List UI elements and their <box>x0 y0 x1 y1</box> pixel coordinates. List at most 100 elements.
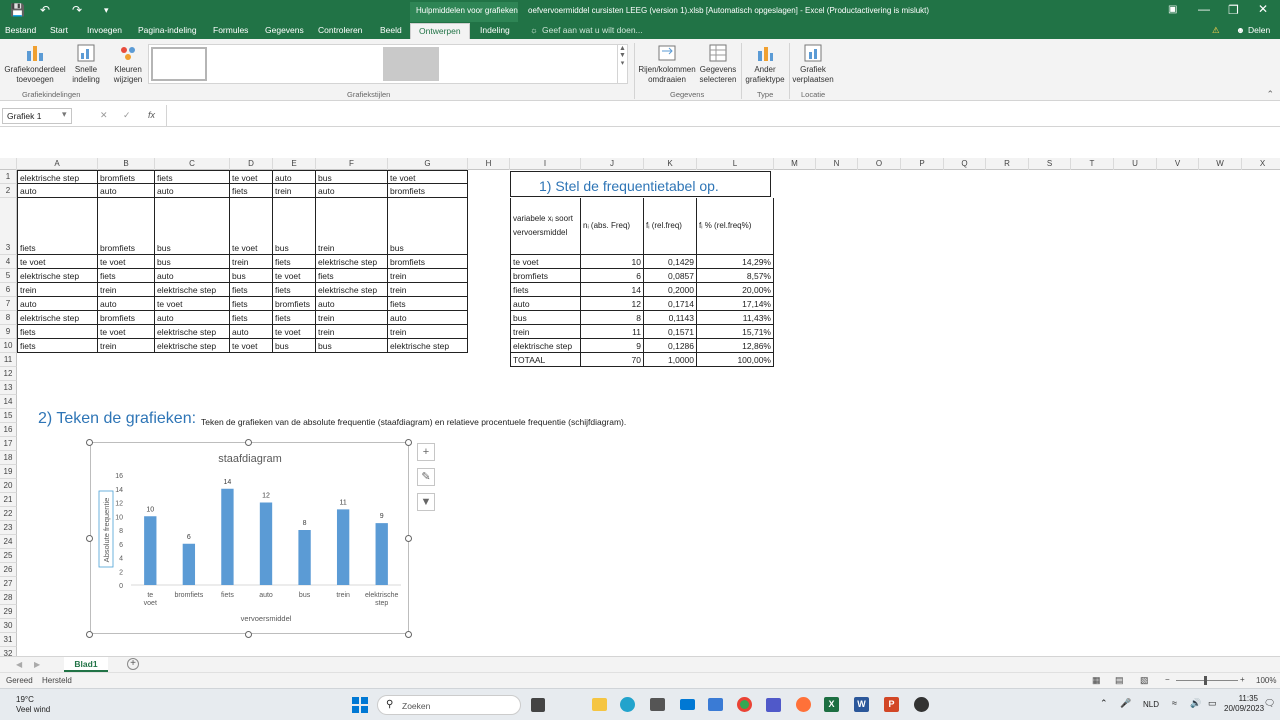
column-header-I[interactable]: I <box>510 158 581 170</box>
ribbon-display-icon[interactable]: ▣ <box>1168 4 1177 15</box>
formula-input[interactable] <box>168 107 1268 125</box>
row-header-11[interactable]: 11 <box>0 353 17 367</box>
restore-icon[interactable]: ❐ <box>1228 3 1239 17</box>
chart-styles-brush-icon[interactable]: ✎ <box>417 468 435 486</box>
row-header-5[interactable]: 5 <box>0 269 17 283</box>
data-cell[interactable]: bromfiets <box>388 255 468 269</box>
chart-style-3[interactable] <box>267 47 323 81</box>
row-header-9[interactable]: 9 <box>0 325 17 339</box>
freq-cell[interactable]: 0,1143 <box>644 311 697 325</box>
data-cell[interactable]: fiets <box>230 184 273 198</box>
add-chart-element-button[interactable]: Grafiekonderdeel toevoegen <box>3 43 67 85</box>
bar-chart[interactable]: staafdiagram 0 2 4 6 8 10 12 14 16 10 te voet 6 bromfi… <box>90 442 409 634</box>
data-cell[interactable]: fiets <box>388 297 468 311</box>
freq-cell[interactable]: bromfiets <box>510 269 581 283</box>
cancel-icon[interactable]: ✕ <box>100 110 108 121</box>
data-cell[interactable]: elektrische step <box>17 311 98 325</box>
freq-cell[interactable]: 8,57% <box>697 269 774 283</box>
chart-style-6[interactable] <box>441 47 497 81</box>
column-header-F[interactable]: F <box>316 158 388 170</box>
row-header-17[interactable]: 17 <box>0 437 17 451</box>
freq-cell[interactable]: 8 <box>581 311 644 325</box>
freq-cell[interactable]: 14 <box>581 283 644 297</box>
minimize-icon[interactable]: — <box>1198 2 1210 16</box>
zoom-in-icon[interactable]: + <box>1240 675 1245 684</box>
mail-icon[interactable] <box>680 699 695 710</box>
data-cell[interactable]: bus <box>316 339 388 353</box>
freq-cell[interactable]: auto <box>510 297 581 311</box>
tab-formules[interactable]: Formules <box>213 25 248 35</box>
column-header-M[interactable]: M <box>774 158 816 170</box>
column-header-P[interactable]: P <box>901 158 944 170</box>
data-cell[interactable]: auto <box>155 311 230 325</box>
row-header-6[interactable]: 6 <box>0 283 17 297</box>
column-header-J[interactable]: J <box>581 158 644 170</box>
data-cell[interactable]: te voet <box>273 325 316 339</box>
freq-cell[interactable]: bus <box>510 311 581 325</box>
chart-style-4[interactable] <box>325 47 381 81</box>
enter-icon[interactable]: ✓ <box>123 110 131 121</box>
data-cell[interactable]: fiets <box>273 255 316 269</box>
data-cell[interactable]: elektrische step <box>316 255 388 269</box>
sheet-tab-blad1[interactable]: Blad1 <box>64 657 108 672</box>
tab-ontwerpen[interactable]: Ontwerpen <box>410 23 470 39</box>
data-cell[interactable]: bus <box>388 198 468 255</box>
warning-icon[interactable]: ⚠ <box>1212 25 1220 36</box>
tab-bestand[interactable]: Bestand <box>5 25 36 35</box>
column-header-U[interactable]: U <box>1114 158 1157 170</box>
data-cell[interactable]: trein <box>316 311 388 325</box>
data-cell[interactable]: auto <box>155 184 230 198</box>
data-cell[interactable]: bromfiets <box>98 311 155 325</box>
row-header-26[interactable]: 26 <box>0 563 17 577</box>
row-header-21[interactable]: 21 <box>0 493 17 507</box>
row-header-22[interactable]: 22 <box>0 507 17 521</box>
undo-icon[interactable]: ↶ <box>40 3 50 17</box>
row-header-1[interactable]: 1 <box>0 170 17 184</box>
insert-function-icon[interactable]: fx <box>148 110 155 120</box>
microphone-icon[interactable]: 🎤 <box>1120 698 1131 709</box>
column-header-A[interactable]: A <box>17 158 98 170</box>
tab-invoegen[interactable]: Invoegen <box>87 25 122 35</box>
data-cell[interactable]: trein <box>316 198 388 255</box>
save-icon[interactable]: 💾 <box>10 3 25 17</box>
data-cell[interactable]: bus <box>155 255 230 269</box>
data-cell[interactable]: trein <box>17 283 98 297</box>
data-cell[interactable]: fiets <box>17 325 98 339</box>
column-header-L[interactable]: L <box>697 158 774 170</box>
zoom-out-icon[interactable]: − <box>1165 675 1170 684</box>
zoom-slider-thumb[interactable] <box>1204 676 1207 685</box>
tab-indeling[interactable]: Indeling <box>480 25 510 35</box>
collapse-ribbon-icon[interactable]: ⌃ <box>1266 89 1274 100</box>
taskbar-search[interactable]: ⚲ Zoeken <box>377 695 521 715</box>
share-button[interactable]: Delen <box>1248 25 1270 35</box>
row-header-29[interactable]: 29 <box>0 605 17 619</box>
tab-start[interactable]: Start <box>50 25 68 35</box>
freq-header-cell[interactable]: fᵢ % (rel.freq%) <box>697 198 774 255</box>
column-header-H[interactable]: H <box>468 158 510 170</box>
data-cell[interactable]: bus <box>316 170 388 184</box>
data-cell[interactable]: fiets <box>230 311 273 325</box>
freq-cell[interactable]: 15,71% <box>697 325 774 339</box>
tab-controleren[interactable]: Controleren <box>318 25 362 35</box>
add-sheet-icon[interactable]: + <box>127 658 139 670</box>
freq-cell[interactable]: 0,1714 <box>644 297 697 311</box>
data-cell[interactable]: fiets <box>273 311 316 325</box>
freq-cell[interactable]: 0,0857 <box>644 269 697 283</box>
freq-cell[interactable]: 17,14% <box>697 297 774 311</box>
row-header-8[interactable]: 8 <box>0 311 17 325</box>
data-cell[interactable]: elektrische step <box>155 339 230 353</box>
row-header-7[interactable]: 7 <box>0 297 17 311</box>
data-cell[interactable]: auto <box>316 297 388 311</box>
data-cell[interactable]: trein <box>230 255 273 269</box>
row-header-4[interactable]: 4 <box>0 255 17 269</box>
data-cell[interactable]: te voet <box>230 339 273 353</box>
row-header-12[interactable]: 12 <box>0 367 17 381</box>
resize-handle[interactable] <box>405 535 412 542</box>
column-header-T[interactable]: T <box>1071 158 1114 170</box>
freq-cell[interactable]: 6 <box>581 269 644 283</box>
data-cell[interactable]: trein <box>273 184 316 198</box>
data-cell[interactable]: elektrische step <box>17 269 98 283</box>
resize-handle[interactable] <box>86 439 93 446</box>
close-icon[interactable]: ✕ <box>1258 2 1268 16</box>
freq-cell[interactable]: elektrische step <box>510 339 581 353</box>
